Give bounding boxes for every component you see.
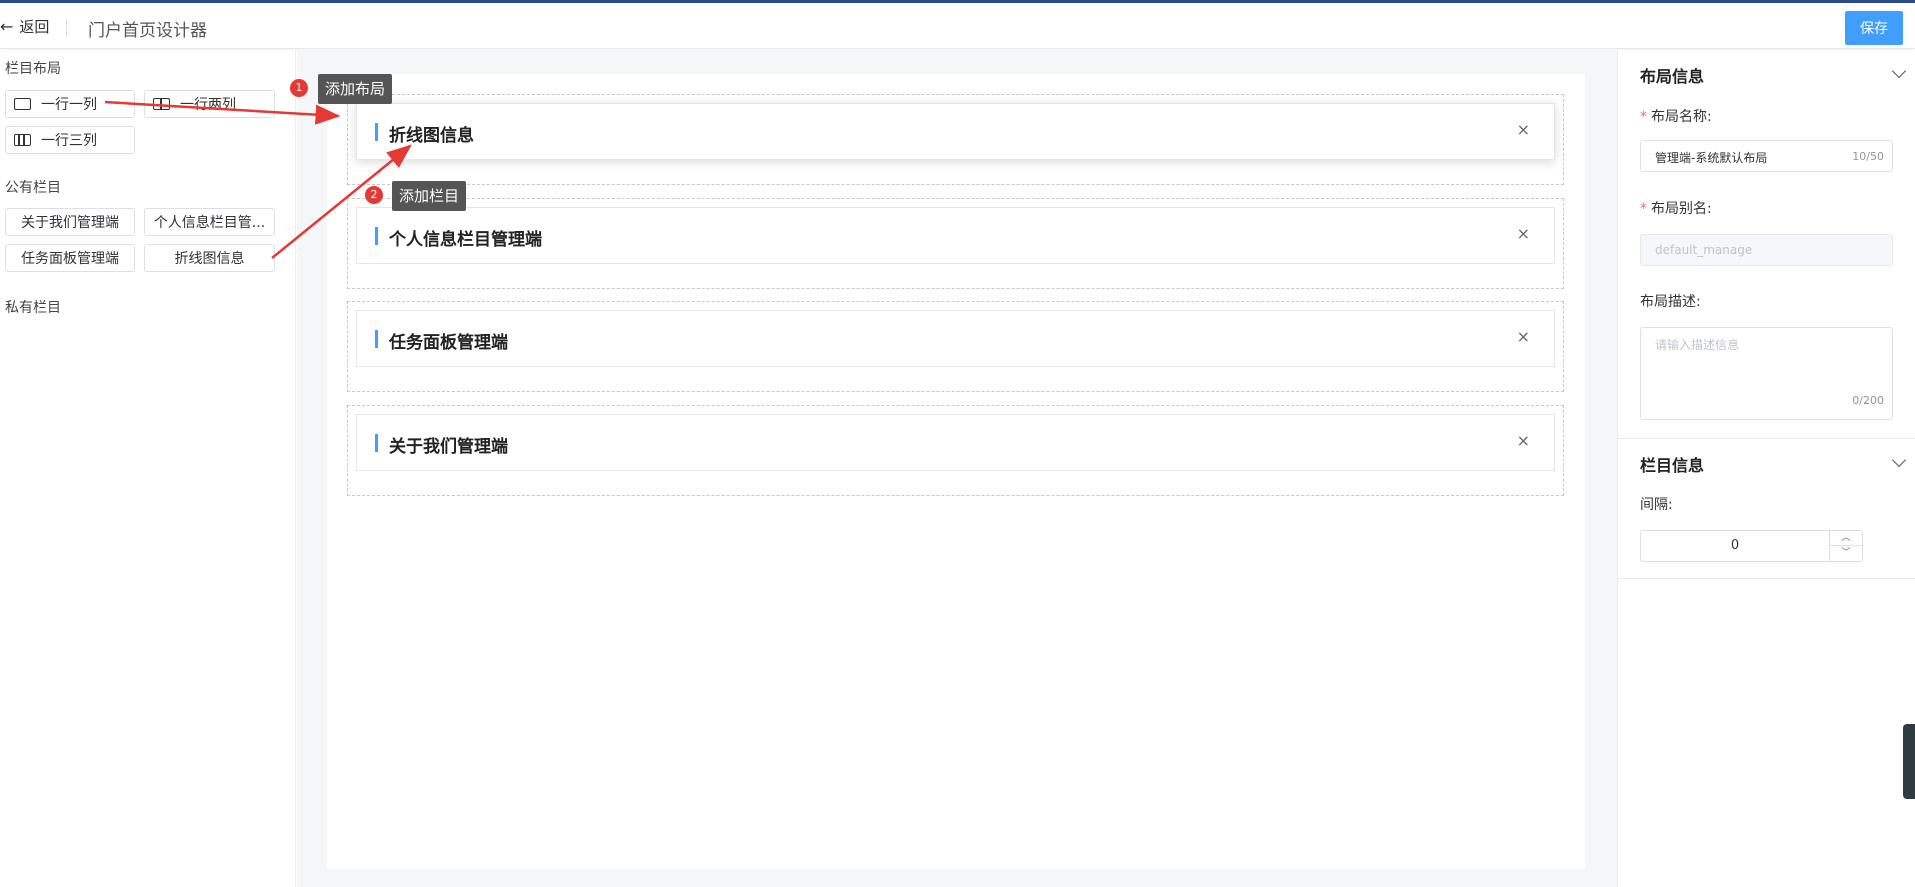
decrement-icon[interactable]: ﹀: [1830, 546, 1862, 561]
annotation-badge-2: 2: [365, 186, 383, 204]
layout-row[interactable]: 任务面板管理端 ×: [347, 301, 1564, 392]
close-icon[interactable]: ×: [1517, 327, 1530, 346]
back-label: 返回: [19, 18, 50, 36]
two-column-icon: [153, 98, 170, 110]
layout-three-column[interactable]: 一行三列: [5, 126, 135, 154]
side-handle[interactable]: [1903, 724, 1915, 799]
layout-alias-value: default_manage: [1655, 243, 1753, 257]
private-section-title: 私有栏目: [5, 300, 61, 316]
layout-name-field[interactable]: 管理端-系统默认布局 10/50: [1640, 140, 1893, 172]
layout-name-count: 10/50: [1852, 150, 1884, 163]
annotation-tip-1: 添加布局: [318, 74, 393, 104]
column-title: 任务面板管理端: [389, 333, 508, 353]
desc-count: 0/200: [1852, 394, 1884, 407]
layout-info-title: 布局信息: [1640, 67, 1705, 86]
left-panel: 栏目布局 一行一列 一行两列 一行三列 公有栏目 关于我们管理端 个人信息栏目管…: [0, 50, 296, 887]
layout-section-title: 栏目布局: [5, 61, 61, 77]
close-icon[interactable]: ×: [1517, 224, 1530, 243]
layout-row[interactable]: 折线图信息 ×: [347, 94, 1564, 185]
layout-name-label: * 布局名称:: [1640, 109, 1712, 125]
card-accent-bar: [375, 434, 378, 452]
chevron-down-icon[interactable]: [1891, 63, 1907, 79]
column-title: 折线图信息: [389, 126, 474, 146]
layout-two-column[interactable]: 一行两列: [144, 90, 275, 118]
column-card[interactable]: 关于我们管理端 ×: [356, 414, 1555, 471]
public-item[interactable]: 任务面板管理端: [5, 244, 135, 272]
public-item[interactable]: 折线图信息: [144, 244, 275, 272]
gap-label: 间隔:: [1640, 497, 1673, 513]
three-column-icon: [14, 134, 31, 146]
layout-alias-field: default_manage: [1640, 234, 1893, 266]
layout-one-column[interactable]: 一行一列: [5, 90, 135, 118]
column-card[interactable]: 折线图信息 ×: [356, 103, 1555, 160]
layout-name-value: 管理端-系统默认布局: [1655, 151, 1768, 165]
desc-placeholder: 请输入描述信息: [1655, 338, 1740, 352]
panel-divider: [1618, 578, 1915, 579]
annotation-badge-1: 1: [290, 79, 308, 97]
design-area: 折线图信息 × 个人信息栏目管理端 × 任务面板管理端 × 关于我们管理端 ×: [297, 50, 1617, 887]
one-column-icon: [14, 98, 31, 110]
layout-row[interactable]: 关于我们管理端 ×: [347, 405, 1564, 496]
annotation-tip-2: 添加栏目: [392, 181, 467, 211]
layout-label: 一行两列: [180, 97, 236, 113]
back-arrow-icon: ←: [0, 17, 14, 36]
save-button[interactable]: 保存: [1845, 11, 1903, 45]
gap-stepper[interactable]: 0 ︿ ﹀: [1640, 530, 1863, 562]
page-title: 门户首页设计器: [88, 21, 207, 41]
gap-value: 0: [1730, 538, 1740, 553]
layout-label: 一行一列: [41, 97, 97, 113]
layout-alias-label: * 布局别名:: [1640, 201, 1712, 217]
header-bar: ← 返回 门户首页设计器 保存: [0, 3, 1915, 49]
column-card[interactable]: 个人信息栏目管理端 ×: [356, 207, 1555, 264]
column-title: 个人信息栏目管理端: [389, 230, 542, 250]
layout-desc-label: 布局描述:: [1640, 294, 1701, 310]
card-accent-bar: [375, 227, 378, 245]
panel-divider: [1618, 438, 1915, 439]
layout-label: 一行三列: [41, 133, 97, 149]
column-title: 关于我们管理端: [389, 437, 508, 457]
back-button[interactable]: ← 返回: [0, 16, 49, 37]
header-divider: [66, 19, 67, 37]
increment-icon[interactable]: ︿: [1830, 531, 1862, 546]
close-icon[interactable]: ×: [1517, 431, 1530, 450]
column-card[interactable]: 任务面板管理端 ×: [356, 310, 1555, 367]
card-accent-bar: [375, 123, 378, 141]
design-canvas: 折线图信息 × 个人信息栏目管理端 × 任务面板管理端 × 关于我们管理端 ×: [327, 74, 1585, 869]
column-info-title: 栏目信息: [1640, 456, 1705, 475]
layout-row[interactable]: 个人信息栏目管理端 ×: [347, 198, 1564, 289]
public-item[interactable]: 关于我们管理端: [5, 208, 135, 236]
layout-desc-textarea[interactable]: 请输入描述信息 0/200: [1640, 327, 1893, 420]
close-icon[interactable]: ×: [1517, 120, 1530, 139]
public-item[interactable]: 个人信息栏目管...: [144, 208, 275, 236]
card-accent-bar: [375, 330, 378, 348]
public-section-title: 公有栏目: [5, 180, 61, 196]
stepper-buttons: ︿ ﹀: [1829, 531, 1862, 561]
right-panel: 布局信息 * 布局名称: 管理端-系统默认布局 10/50 * 布局别名: defa…: [1617, 50, 1915, 887]
chevron-down-icon[interactable]: [1891, 452, 1907, 468]
